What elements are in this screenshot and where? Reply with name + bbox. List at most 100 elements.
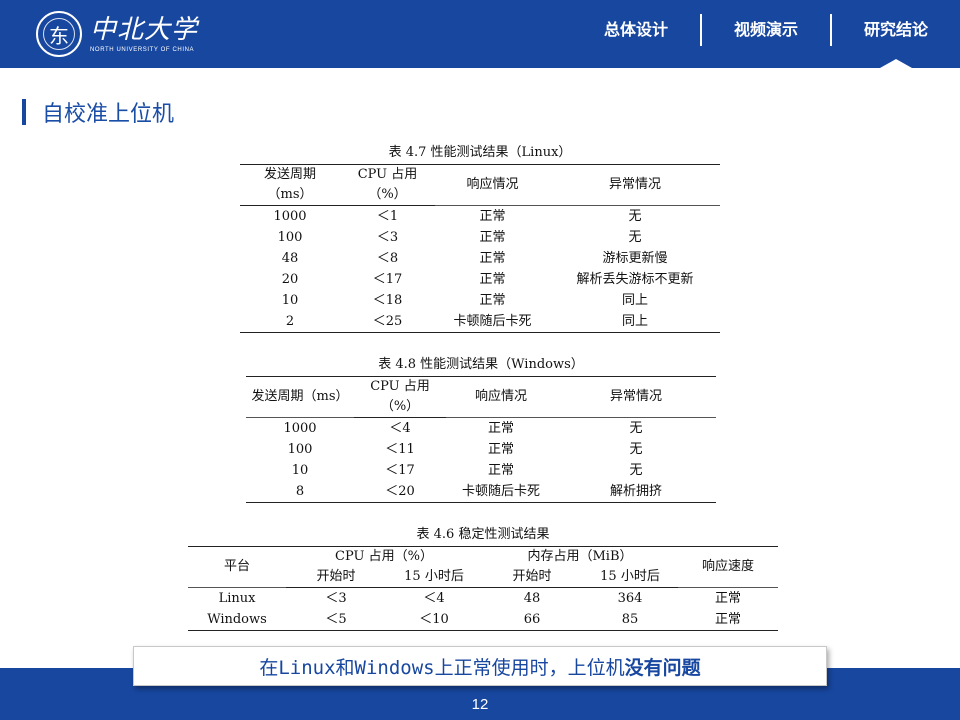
cell: ＜18 — [372, 293, 403, 308]
cell: 正常 — [487, 421, 514, 436]
note-text: 在Linux和Windows上正常使用时，上位机 — [259, 656, 625, 679]
section-title-text: 自校准上位机 — [42, 102, 175, 127]
cell: 20 — [281, 272, 299, 287]
data-table: 发送周期 CPU 占用 响应情况 异常情况 （ms） （%） 1000 ＜1 正常无… — [240, 164, 720, 333]
cell: 正常 — [714, 591, 741, 606]
cell: 正常 — [479, 209, 506, 224]
header-response: 响应情况 — [435, 164, 550, 206]
cell: 游标更新慢 — [602, 251, 668, 266]
cell: 无 — [628, 230, 642, 245]
header-abnormal: 异常情况 — [556, 376, 716, 418]
header-mem: 内存占用（MiB） — [482, 546, 678, 567]
cell: ＜1 — [376, 209, 399, 224]
table-row: Windows ＜5 ＜10 66 85 正常 — [188, 609, 778, 631]
table-row: 100 ＜3 正常 无 — [240, 227, 720, 248]
header-mem-start: 开始时 — [482, 567, 582, 588]
cell: 卡顿随后卡死 — [435, 311, 550, 333]
cell: 无 — [629, 442, 643, 457]
cell: ＜17 — [372, 272, 403, 287]
header-platform: 平台 — [188, 546, 286, 588]
section-title: 自校准上位机 — [22, 98, 175, 127]
cell: ＜10 — [386, 609, 482, 631]
header-cpu: CPU 占用（%） — [286, 546, 482, 567]
header-cpu-start: 开始时 — [286, 567, 386, 588]
cell: 解析拥挤 — [556, 481, 716, 503]
cell: 10 — [291, 463, 309, 478]
title-accent-bar — [22, 99, 26, 125]
cell: ＜8 — [376, 251, 399, 266]
cell: ＜25 — [340, 311, 435, 333]
cell: 2 — [240, 311, 340, 333]
table-row: 1000 ＜1 正常 无 — [240, 206, 720, 228]
cell: 8 — [246, 481, 354, 503]
cell: 10 — [281, 293, 299, 308]
cell: 100 — [277, 230, 303, 245]
cell: 同上 — [550, 311, 720, 333]
table-row: 1000 ＜4 正常 无 — [246, 418, 716, 440]
table-caption: 表 4.7 性能测试结果（Linux） — [388, 145, 572, 160]
cell: ＜3 — [376, 230, 399, 245]
table-row: 10 ＜17 正常 无 — [246, 460, 716, 481]
nav-item-video-demo[interactable]: 视频演示 — [702, 0, 830, 68]
cell: 100 — [287, 442, 313, 457]
header-speed: 响应速度 — [678, 546, 778, 588]
cell: 364 — [617, 591, 643, 606]
cell: 无 — [629, 421, 643, 436]
cell: 1000 — [283, 421, 317, 436]
cell: 正常 — [479, 293, 506, 308]
table-row: 10 ＜18 正常 同上 — [240, 290, 720, 311]
university-logo: 东 中北大学 NORTH UNIVERSITY OF CHINA — [36, 8, 198, 60]
nav-item-overall-design[interactable]: 总体设计 — [572, 0, 700, 68]
cell: 66 — [482, 609, 582, 631]
header-text: 发送周期 — [263, 167, 316, 182]
cell: ＜17 — [385, 463, 415, 478]
header-response: 响应情况 — [446, 376, 556, 418]
cell: 同上 — [621, 293, 648, 308]
table-row: 8 ＜20 卡顿随后卡死 解析拥挤 — [246, 481, 716, 503]
table-caption: 表 4.6 稳定性测试结果 — [416, 527, 550, 542]
cell: 解析丢失游标不更新 — [576, 272, 694, 287]
table-windows-performance: 表 4.8 性能测试结果（Windows） 发送周期（ms） CPU 占用 响应… — [246, 356, 716, 503]
table-row: 2 ＜25 卡顿随后卡死 同上 — [240, 311, 720, 333]
cell: 正常 — [487, 442, 514, 457]
logo-english-name: NORTH UNIVERSITY OF CHINA — [90, 47, 195, 53]
logo-text: 中北大学 NORTH UNIVERSITY OF CHINA — [90, 15, 198, 53]
cell: ＜5 — [286, 609, 386, 631]
cell: 正常 — [678, 609, 778, 631]
table-row: Linux ＜3 ＜4 48 364 正常 — [188, 588, 778, 610]
table-row: 20 ＜17 正常 解析丢失游标不更新 — [240, 269, 720, 290]
header-cpu-after: 15 小时后 — [386, 567, 482, 588]
cell: 85 — [582, 609, 678, 631]
page-number: 12 — [471, 696, 489, 713]
header-cpu: CPU 占用 — [354, 376, 446, 397]
cell: Windows — [188, 609, 286, 631]
header-bar: 东 中北大学 NORTH UNIVERSITY OF CHINA 总体设计 视频… — [0, 0, 960, 68]
header-cpu-unit: （%） — [354, 397, 446, 418]
cell: ＜4 — [389, 421, 411, 436]
cell: ＜20 — [354, 481, 446, 503]
table-caption: 表 4.8 性能测试结果（Windows） — [378, 357, 584, 372]
cell: 无 — [628, 209, 642, 224]
cell: 48 — [523, 591, 541, 606]
cell: 无 — [629, 463, 643, 478]
header-period: 发送周期（ms） — [246, 376, 354, 418]
cell: ＜3 — [325, 591, 347, 606]
note-emphasis: 没有问题 — [624, 656, 701, 679]
cell: 48 — [281, 251, 299, 266]
seal-glyph: 东 — [49, 23, 69, 48]
header-mem-after: 15 小时后 — [582, 567, 678, 588]
cell: ＜11 — [385, 442, 415, 457]
cell: ＜4 — [423, 591, 445, 606]
cell: 正常 — [479, 230, 506, 245]
nav-item-research-conclusion[interactable]: 研究结论 — [832, 0, 960, 68]
table-stability: 表 4.6 稳定性测试结果 平台 CPU 占用（%） 内存占用（MiB） 响应速… — [188, 526, 778, 631]
conclusion-note: 在Linux和Windows上正常使用时，上位机 没有问题 — [133, 646, 827, 686]
table-row: 100 ＜11 正常 无 — [246, 439, 716, 460]
cell: 卡顿随后卡死 — [446, 481, 556, 503]
header-period-unit: （ms） — [240, 185, 340, 206]
data-table: 发送周期（ms） CPU 占用 响应情况 异常情况 （%） 1000 ＜4 正常无 … — [246, 376, 716, 503]
cell: 正常 — [487, 463, 514, 478]
logo-chinese-name: 中北大学 — [90, 15, 199, 45]
data-table: 平台 CPU 占用（%） 内存占用（MiB） 响应速度 开始时 15 小时后 开… — [188, 546, 778, 631]
cell: Linux — [218, 591, 256, 606]
